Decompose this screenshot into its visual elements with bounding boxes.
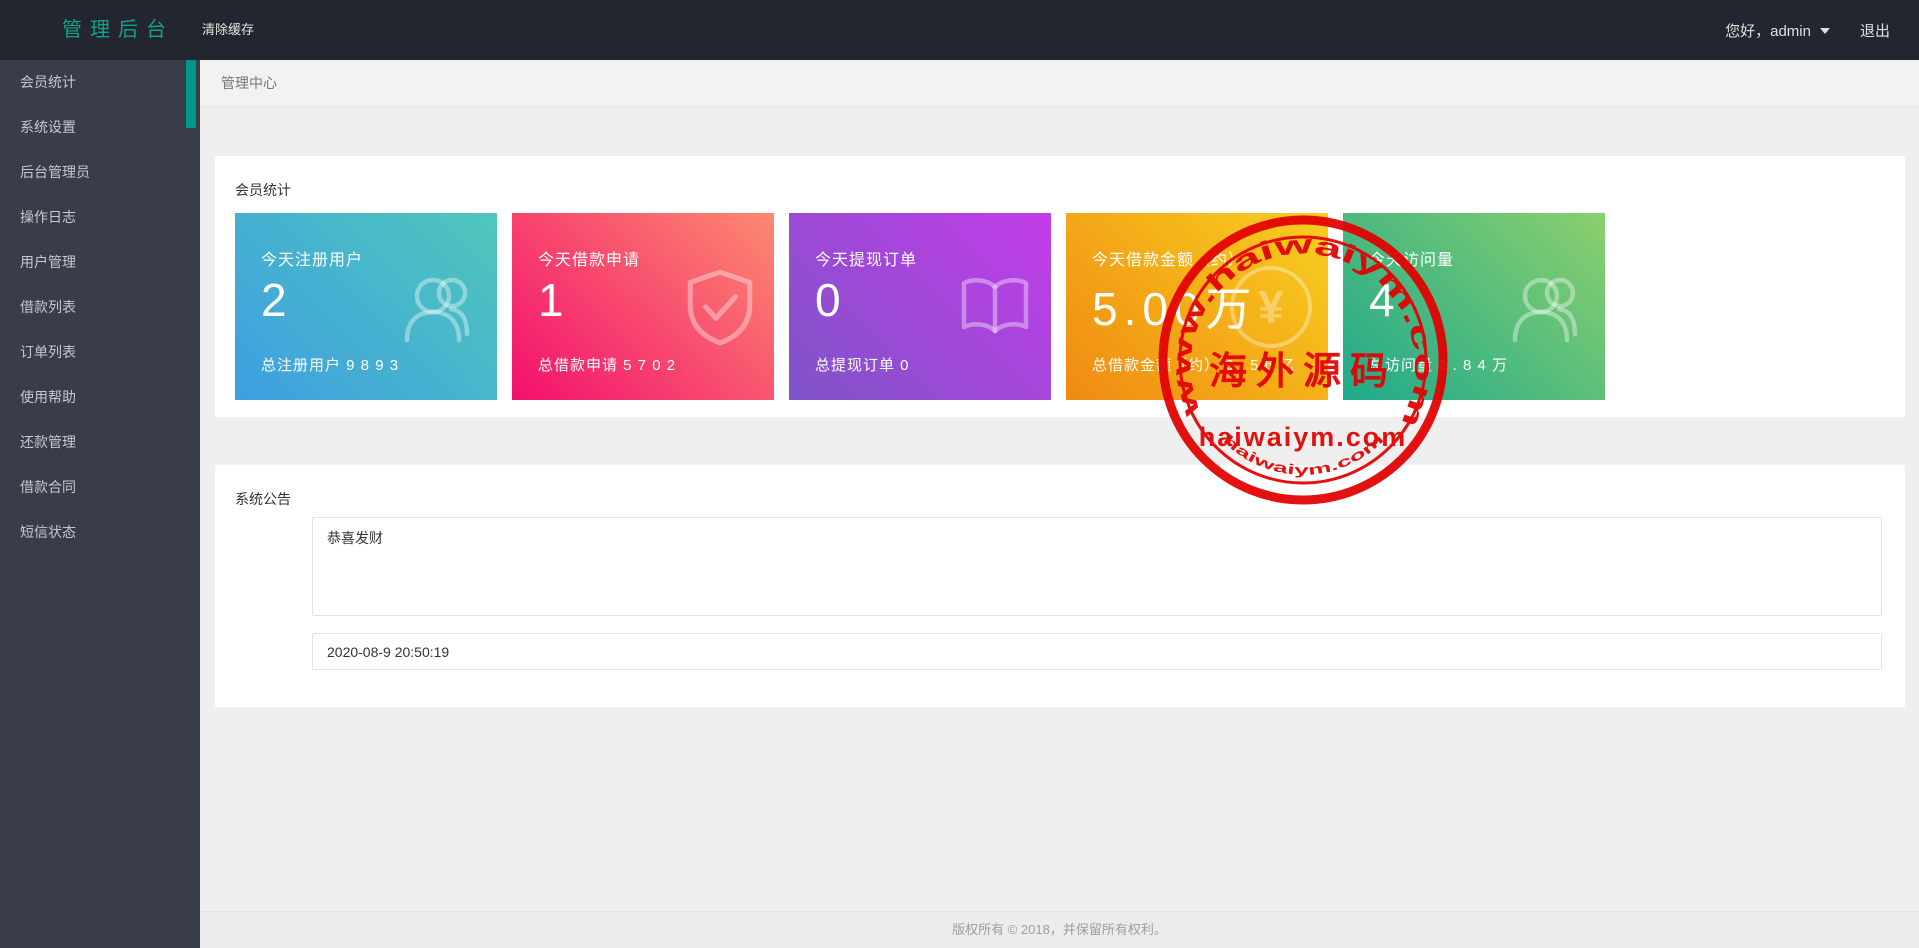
copyright-text: 版权所有 © 2018，并保留所有权利。 — [952, 922, 1167, 937]
greeting-label: 您好，admin — [1725, 22, 1811, 40]
sidebar-item-admins[interactable]: 后台管理员 — [0, 150, 200, 195]
stat-value: 1 — [538, 274, 570, 326]
stat-label: 今天提现订单 — [815, 252, 918, 269]
svg-text:¥: ¥ — [1258, 281, 1284, 333]
sidebar-item-repayment[interactable]: 还款管理 — [0, 420, 200, 465]
user-dropdown[interactable]: 您好，admin — [1725, 20, 1830, 41]
stat-value: 0 — [815, 274, 847, 326]
sidebar-item-order-list[interactable]: 订单列表 — [0, 330, 200, 375]
users-icon — [404, 277, 470, 342]
stat-value: 2 — [261, 274, 293, 326]
header-right: 您好，admin 退出 — [1725, 0, 1890, 60]
announcement-textarea[interactable]: 恭喜发财 — [312, 517, 1882, 616]
member-stats-panel: 会员统计 今天注册用户 2 总注册用户 9 8 9 3 今天借款申请 1 总借款… — [215, 156, 1905, 417]
sidebar-item-loan-list[interactable]: 借款列表 — [0, 285, 200, 330]
stat-card-loan-applications[interactable]: 今天借款申请 1 总借款申请 5 7 0 2 — [512, 213, 774, 400]
active-menu-indicator — [186, 60, 196, 128]
app-header: 管理后台 清除缓存 您好，admin 退出 — [0, 0, 1919, 60]
shield-check-icon — [687, 269, 753, 345]
sidebar: 会员统计 系统设置 后台管理员 操作日志 用户管理 借款列表 订单列表 使用帮助… — [0, 60, 200, 948]
logout-button[interactable]: 退出 — [1860, 20, 1890, 41]
breadcrumb-title: 管理中心 — [221, 75, 277, 91]
stat-total: 总访问量 2 . 8 4 万 — [1369, 357, 1509, 374]
main-content: 会员统计 今天注册用户 2 总注册用户 9 8 9 3 今天借款申请 1 总借款… — [200, 107, 1919, 911]
stat-total: 总注册用户 9 8 9 3 — [261, 357, 400, 374]
app-logo[interactable]: 管理后台 — [62, 0, 174, 60]
stat-cards-row: 今天注册用户 2 总注册用户 9 8 9 3 今天借款申请 1 总借款申请 5 … — [235, 213, 1605, 400]
stat-label: 今天访问量 — [1369, 252, 1455, 269]
chevron-down-icon — [1819, 27, 1830, 39]
stat-card-withdraw-orders[interactable]: 今天提现订单 0 总提现订单 0 — [789, 213, 1051, 400]
clear-cache-button[interactable]: 清除缓存 — [196, 0, 260, 60]
sidebar-item-loan-contract[interactable]: 借款合同 — [0, 465, 200, 510]
sidebar-item-user-management[interactable]: 用户管理 — [0, 240, 200, 285]
stat-total: 总借款申请 5 7 0 2 — [538, 357, 677, 374]
yuan-circle-icon: ¥ — [1230, 265, 1312, 348]
stat-total: 总提现订单 0 — [815, 357, 910, 374]
announcement-datetime-input[interactable] — [312, 633, 1882, 670]
users-icon — [1512, 277, 1578, 342]
stat-card-registered-users[interactable]: 今天注册用户 2 总注册用户 9 8 9 3 — [235, 213, 497, 400]
stat-card-visits[interactable]: 今天访问量 4 总访问量 2 . 8 4 万 — [1343, 213, 1605, 400]
panel-title: 会员统计 — [235, 182, 291, 198]
sidebar-item-member-stats[interactable]: 会员统计 — [0, 60, 200, 105]
breadcrumb: 管理中心 — [200, 60, 1919, 107]
stat-label: 今天借款金额（约） — [1092, 252, 1246, 269]
stat-value: 4 — [1369, 274, 1401, 326]
panel-title: 系统公告 — [235, 491, 291, 507]
system-announcement-panel: 系统公告 恭喜发财 — [215, 465, 1905, 707]
page-footer: 版权所有 © 2018，并保留所有权利。 — [200, 911, 1919, 948]
book-icon — [961, 277, 1029, 333]
stat-card-loan-amount[interactable]: 今天借款金额（约） 5.00万 总借款金额（约） 6 . 5 6 亿 ¥ — [1066, 213, 1328, 400]
sidebar-item-help[interactable]: 使用帮助 — [0, 375, 200, 420]
stat-label: 今天借款申请 — [538, 252, 641, 269]
sidebar-item-operation-log[interactable]: 操作日志 — [0, 195, 200, 240]
sidebar-item-sms-status[interactable]: 短信状态 — [0, 510, 200, 555]
stat-label: 今天注册用户 — [261, 252, 364, 269]
sidebar-item-system-settings[interactable]: 系统设置 — [0, 105, 200, 150]
stat-total: 总借款金额（约） 6 . 5 6 亿 — [1092, 357, 1296, 374]
